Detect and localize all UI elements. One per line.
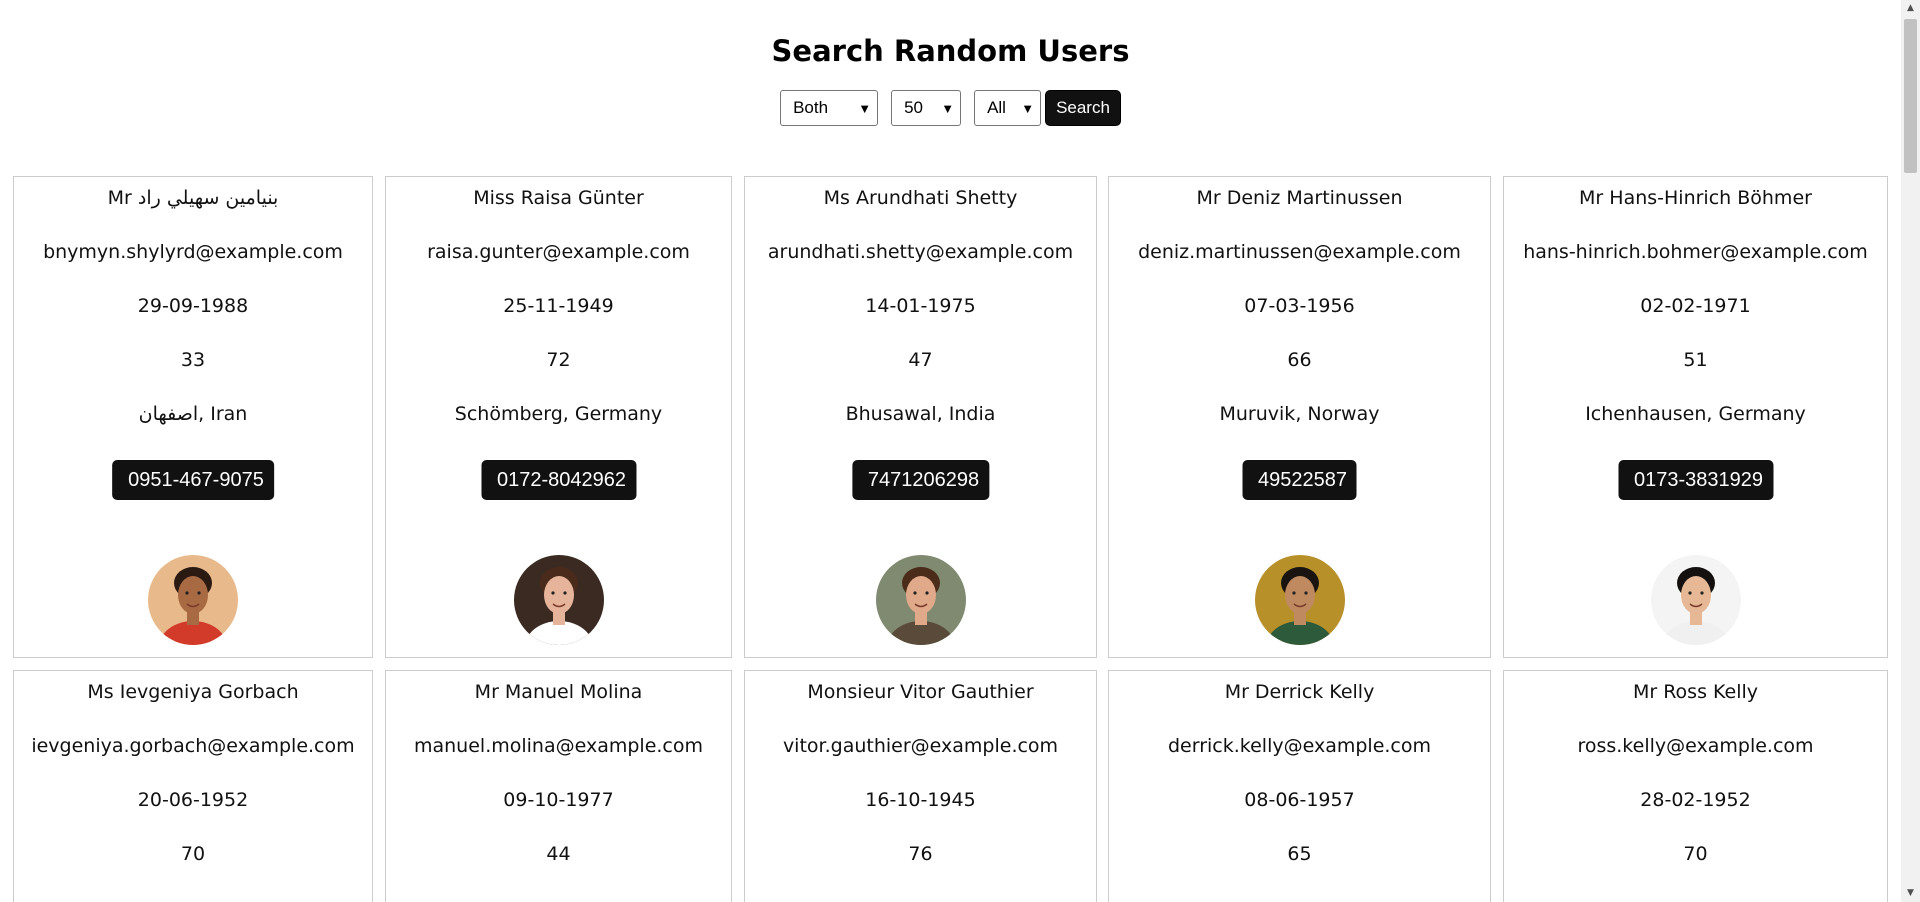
user-location: Bhusawal, India	[845, 403, 996, 425]
user-name: Mr Manuel Molina	[474, 681, 643, 703]
phone-number: 0172-8042962	[496, 468, 627, 491]
search-controls: Both ▼ 50 ▼ All ▼ Search	[0, 90, 1901, 126]
chevron-down-icon: ▼	[858, 100, 872, 116]
user-card: Monsieur Vitor Gauthier vitor.gauthier@ex…	[744, 670, 1097, 902]
user-email: hans-hinrich.bohmer@example.com	[1523, 241, 1868, 263]
user-email: derrick.kelly@example.com	[1167, 735, 1432, 757]
user-card: Ms Arundhati Shetty arundhati.shetty@exam…	[744, 176, 1097, 658]
user-name: Miss Raisa Günter	[473, 187, 644, 209]
user-email: vitor.gauthier@example.com	[782, 735, 1059, 757]
avatar	[875, 555, 966, 645]
phone-button[interactable]: 7471206298	[851, 460, 990, 500]
user-email: ross.kelly@example.com	[1577, 735, 1814, 757]
vertical-scrollbar[interactable]: ▲ ▼	[1901, 0, 1920, 902]
user-age: 47	[908, 349, 933, 371]
chevron-down-icon: ▼	[941, 100, 955, 116]
nationality-value: All	[987, 98, 1006, 117]
user-age: 33	[180, 349, 206, 371]
user-card: Mr Deniz Martinussen deniz.martinussen@ex…	[1108, 176, 1491, 658]
avatar	[148, 555, 238, 645]
user-age: 51	[1683, 349, 1708, 371]
user-location: Ichenhausen, Germany	[1585, 403, 1806, 425]
avatar	[1254, 555, 1345, 645]
search-button[interactable]: Search	[1045, 90, 1121, 126]
gender-select-value: Both	[793, 98, 829, 117]
user-dob: 14-01-1975	[865, 295, 976, 317]
user-dob: 07-03-1956	[1244, 295, 1355, 317]
page-title: Search Random Users	[771, 34, 1130, 68]
user-name: Ms Arundhati Shetty	[823, 187, 1018, 209]
user-email: manuel.molina@example.com	[413, 735, 704, 757]
phone-button[interactable]: 0951-467-9075	[112, 460, 274, 500]
user-location: Muruvik, Norway	[1219, 403, 1380, 425]
user-age: 44	[546, 843, 571, 865]
scroll-down-arrow-icon[interactable]: ▼	[1901, 885, 1920, 902]
gender-select[interactable]: Both ▼	[780, 90, 879, 126]
user-name: Mr Hans-Hinrich Böhmer	[1579, 187, 1812, 209]
user-name: Mr Ross Kelly	[1632, 681, 1759, 703]
avatar	[1650, 555, 1741, 645]
user-age: 66	[1287, 349, 1312, 371]
user-email: bnymyn.shylyrd@example.com	[43, 241, 343, 263]
user-name: Ms Ievgeniya Gorbach	[87, 681, 299, 703]
user-location: اصفهان, Iran	[138, 403, 248, 425]
phone-number: 0173-3831929	[1633, 468, 1764, 491]
user-email: deniz.martinussen@example.com	[1138, 241, 1461, 263]
chevron-down-icon: ▼	[1021, 100, 1035, 116]
user-dob: 09-10-1977	[503, 789, 614, 811]
phone-number: 7471206298	[867, 468, 980, 491]
user-email: ievgeniya.gorbach@example.com	[31, 735, 355, 757]
user-name: Mr بنیامین سهيلي راد	[107, 187, 279, 209]
phone-button[interactable]: 0173-3831929	[1617, 460, 1774, 500]
user-age: 70	[180, 843, 206, 865]
user-card: Mr بنیامین سهيلي راد bnymyn.shylyrd@examp…	[13, 176, 373, 658]
phone-number: 0951-467-9075	[128, 468, 264, 491]
user-dob: 02-02-1971	[1640, 295, 1751, 317]
user-card: Ms Ievgeniya Gorbach ievgeniya.gorbach@ex…	[13, 670, 373, 902]
user-card: Miss Raisa Günter raisa.gunter@example.co…	[385, 176, 732, 658]
user-card: Mr Manuel Molina manuel.molina@example.co…	[385, 670, 732, 902]
user-age: 70	[1683, 843, 1708, 865]
user-email: arundhati.shetty@example.com	[767, 241, 1074, 263]
phone-button[interactable]: 0172-8042962	[480, 460, 637, 500]
scrollbar-thumb[interactable]	[1904, 19, 1917, 173]
user-age: 76	[908, 843, 933, 865]
user-age: 65	[1287, 843, 1312, 865]
user-dob: 08-06-1957	[1244, 789, 1355, 811]
user-name: Monsieur Vitor Gauthier	[807, 681, 1034, 703]
avatar	[513, 555, 604, 645]
scroll-up-arrow-icon[interactable]: ▲	[1901, 0, 1920, 17]
user-dob: 28-02-1952	[1640, 789, 1751, 811]
user-email: raisa.gunter@example.com	[427, 241, 690, 263]
user-name: Mr Derrick Kelly	[1224, 681, 1375, 703]
results-count-value: 50	[904, 98, 923, 117]
user-name: Mr Deniz Martinussen	[1196, 187, 1403, 209]
user-dob: 20-06-1952	[137, 789, 249, 811]
phone-number: 49522587	[1258, 468, 1347, 491]
page: Search Random Users Both ▼ 50 ▼ All ▼ Se…	[0, 0, 1901, 902]
phone-button[interactable]: 49522587	[1242, 460, 1357, 500]
user-dob: 29-09-1988	[137, 295, 249, 317]
user-card: Mr Ross Kelly ross.kelly@example.com 28-02…	[1503, 670, 1888, 902]
user-dob: 16-10-1945	[865, 789, 976, 811]
user-dob: 25-11-1949	[503, 295, 614, 317]
user-card: Mr Derrick Kelly derrick.kelly@example.co…	[1108, 670, 1491, 902]
results-count-select[interactable]: 50 ▼	[891, 90, 962, 126]
nationality-select[interactable]: All ▼	[974, 90, 1042, 126]
user-age: 72	[546, 349, 571, 371]
user-location: Schömberg, Germany	[454, 403, 663, 425]
user-card: Mr Hans-Hinrich Böhmer hans-hinrich.bohme…	[1503, 176, 1888, 658]
